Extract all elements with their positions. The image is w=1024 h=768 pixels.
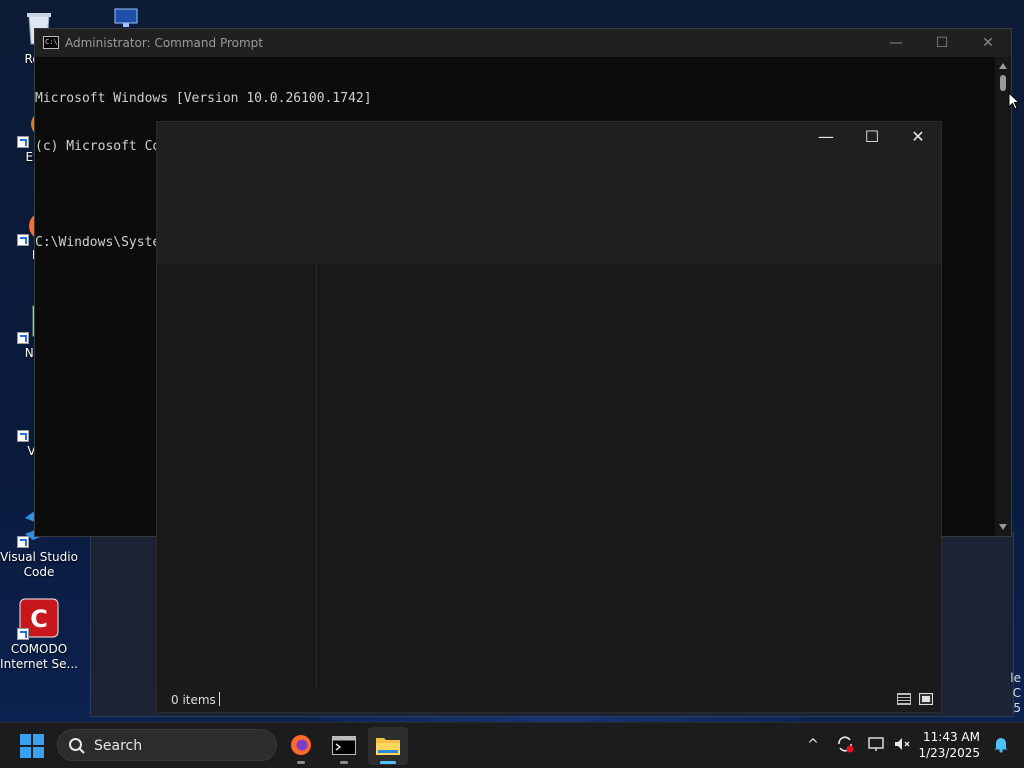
explorer-status-bar: 0 items <box>157 688 941 712</box>
item-count: 0 items <box>171 693 216 707</box>
running-indicator <box>340 761 348 764</box>
large-icons-view-button[interactable] <box>919 693 933 705</box>
clock-date: 1/23/2025 <box>918 746 980 760</box>
shortcut-arrow-icon <box>17 628 29 640</box>
explorer-maximize-button[interactable]: ☐ <box>849 124 895 150</box>
taskbar: Search ^ 11:43 AM 1/23/2025 <box>0 722 1024 768</box>
this-pc-icon[interactable] <box>114 8 138 28</box>
explorer-minimize-button[interactable]: — <box>803 124 849 150</box>
desktop-icon-label-line2: Code <box>23 565 55 579</box>
show-hidden-icons-chevron-icon[interactable]: ^ <box>803 735 823 755</box>
active-indicator <box>380 761 396 764</box>
cmd-scrollbar[interactable] <box>995 57 1011 536</box>
search-label: Search <box>94 738 143 754</box>
network-icon[interactable] <box>866 735 886 755</box>
details-view-button[interactable] <box>897 693 911 705</box>
taskbar-clock[interactable]: 11:43 AM 1/23/2025 <box>918 729 980 761</box>
svg-text:C: C <box>30 605 48 633</box>
edge-text: C <box>1012 686 1021 700</box>
edge-text: 5 <box>1013 701 1021 715</box>
cmd-minimize-button[interactable]: — <box>873 29 919 57</box>
desktop-icon-label: COMODO <box>10 642 68 656</box>
shortcut-arrow-icon <box>17 234 29 246</box>
taskbar-app-file-explorer[interactable] <box>368 727 408 765</box>
desktop-icon-comodo[interactable]: C COMODO Internet Se... <box>0 598 78 672</box>
explorer-content-pane[interactable] <box>317 264 941 690</box>
cmd-app-icon: C:\ <box>43 36 59 49</box>
explorer-navigation-pane[interactable] <box>157 264 317 690</box>
taskbar-app-firefox[interactable] <box>281 727 321 765</box>
shortcut-arrow-icon <box>17 430 29 442</box>
comodo-icon: C <box>17 598 59 640</box>
desktop-icon-label: Visual Studio <box>0 550 78 564</box>
file-explorer-window[interactable]: — ☐ ✕ 0 items <box>156 121 942 713</box>
clock-time: 11:43 AM <box>923 730 980 744</box>
cmd-maximize-button[interactable]: ☐ <box>919 29 965 57</box>
firefox-icon <box>291 735 311 755</box>
cmd-window-title: Administrator: Command Prompt <box>65 36 263 50</box>
shortcut-arrow-icon <box>17 332 29 344</box>
scrollbar-thumb[interactable] <box>1000 75 1006 91</box>
sync-update-icon[interactable] <box>835 735 855 755</box>
edge-text: le <box>1010 671 1021 685</box>
shortcut-arrow-icon <box>17 136 29 148</box>
windows-logo-icon <box>20 734 31 745</box>
scroll-up-arrow-icon[interactable] <box>999 63 1007 69</box>
scroll-down-arrow-icon[interactable] <box>999 524 1007 530</box>
search-icon <box>69 738 85 754</box>
notification-bell-icon[interactable] <box>992 735 1012 755</box>
start-button[interactable] <box>20 734 44 758</box>
folder-icon <box>376 738 400 755</box>
status-separator <box>219 692 220 706</box>
volume-muted-icon[interactable] <box>892 735 912 755</box>
cmd-line: Microsoft Windows [Version 10.0.26100.17… <box>35 91 372 106</box>
taskbar-app-command-prompt[interactable] <box>324 727 364 765</box>
explorer-close-button[interactable]: ✕ <box>895 124 941 150</box>
taskbar-search-box[interactable]: Search <box>57 729 277 761</box>
explorer-title-and-toolbar[interactable]: — ☐ ✕ <box>157 122 941 264</box>
cmd-title-bar[interactable]: C:\ Administrator: Command Prompt — ☐ ✕ <box>35 29 1011 57</box>
shortcut-arrow-icon <box>17 536 29 548</box>
desktop-icon-label-line2: Internet Se... <box>0 657 78 671</box>
cmd-close-button[interactable]: ✕ <box>965 29 1011 57</box>
command-prompt-icon <box>332 736 356 755</box>
running-indicator <box>297 761 305 764</box>
